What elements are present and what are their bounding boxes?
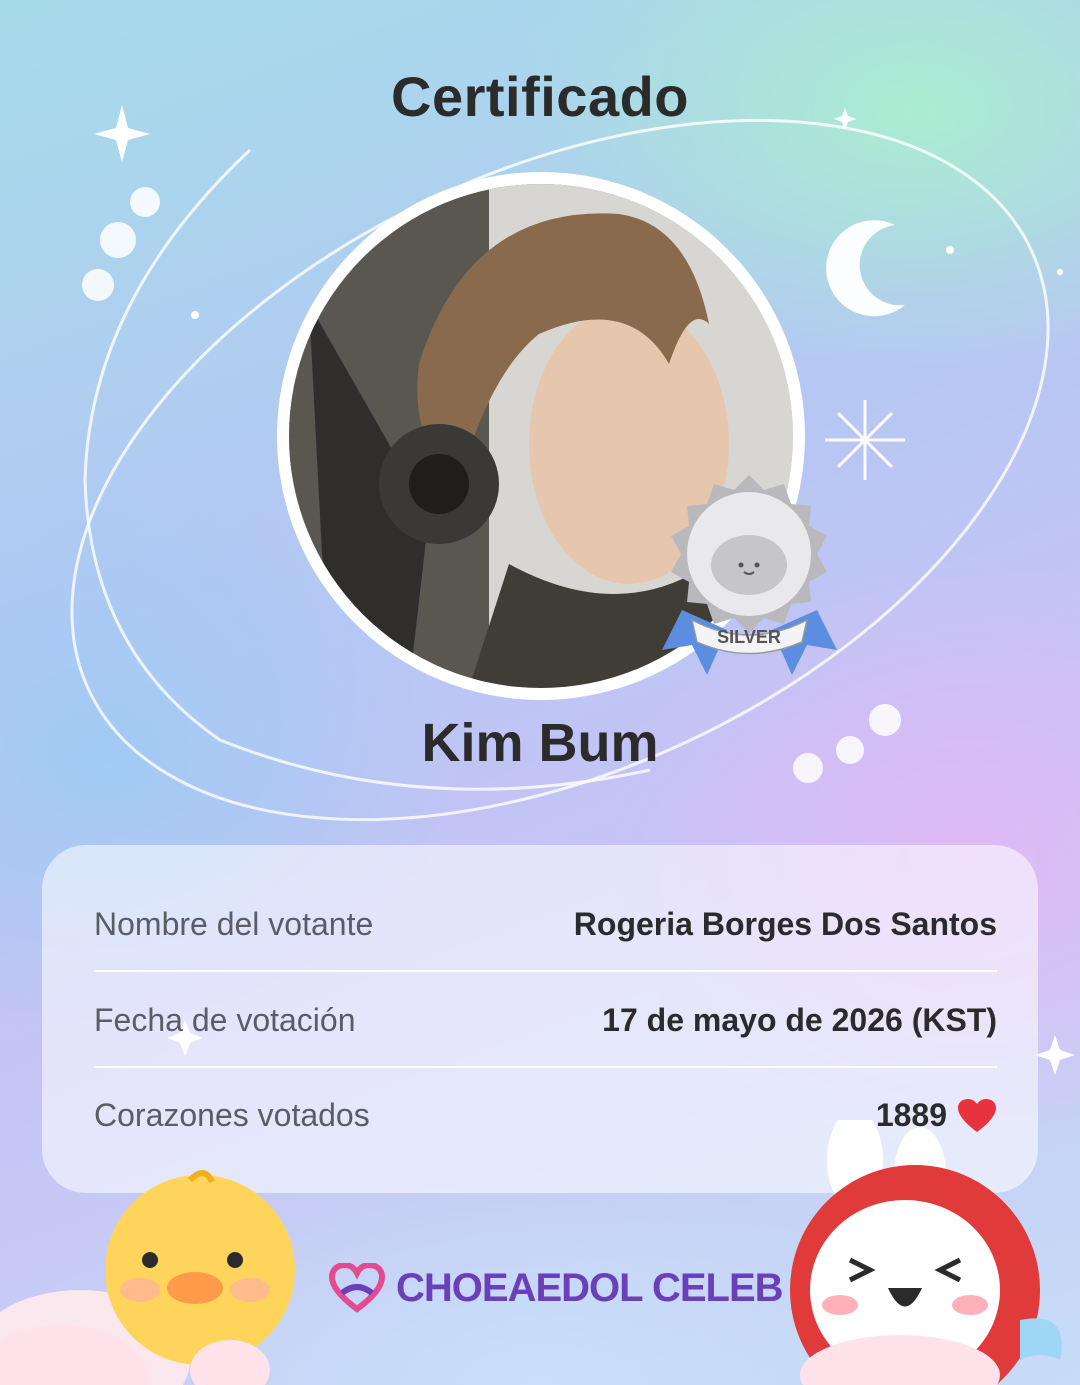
hearts-voted-label: Corazones votados [94, 1097, 370, 1133]
divider [94, 970, 997, 972]
vote-date-label: Fecha de votación [94, 1002, 356, 1038]
brand-heart-icon [328, 1263, 386, 1313]
chick-character-icon [0, 1170, 295, 1385]
voter-name-label: Nombre del votante [94, 906, 374, 942]
vote-date-row: Fecha de votación 17 de mayo de 2026 (KS… [94, 973, 997, 1068]
badge-level-text: SILVER [717, 627, 781, 647]
voter-name-row: Nombre del votante Rogeria Borges Dos Sa… [94, 877, 997, 972]
silver-badge-icon: SILVER [662, 475, 837, 675]
voter-name-value: Rogeria Borges Dos Santos [573, 906, 997, 942]
brand-logo: CHOEAEDOL CELEB [328, 1258, 784, 1318]
brand-name: CHOEAEDOL CELEB [396, 1265, 784, 1310]
celebrity-name: Kim Bum [421, 713, 659, 773]
moon-icon [826, 220, 905, 317]
vote-date-value: 17 de mayo de 2026 (KST) [602, 1002, 997, 1038]
rabbit-character-icon [790, 1120, 1062, 1385]
page-title: Certificado [391, 65, 689, 128]
